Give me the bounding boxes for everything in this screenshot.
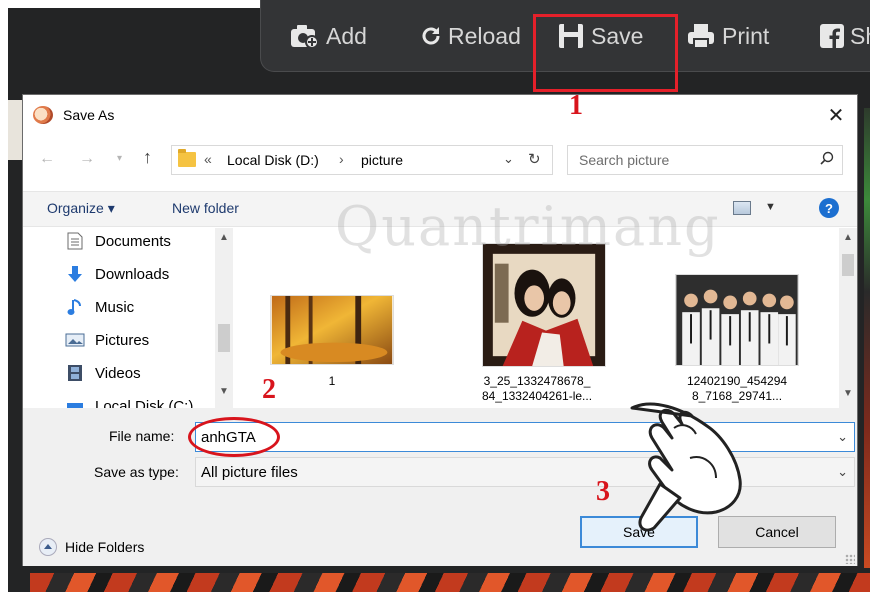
save-as-type-label: Save as type: [94, 464, 179, 480]
save-as-dialog: Save As ✕ ← → ▾ ↑ « Local Disk (D:) › pi… [22, 94, 858, 566]
group-photo-thumbnail [675, 274, 799, 366]
add-button[interactable]: Add [290, 20, 367, 52]
organize-button[interactable]: Organize ▾ [47, 200, 115, 217]
annotation-circle [188, 417, 280, 457]
background-artwork-bottom [30, 573, 870, 592]
autumn-forest-thumbnail [270, 295, 394, 365]
chevron-down-icon[interactable]: ⌄ [837, 429, 848, 445]
file-name: 12402190_454294 8_7168_29741... [686, 374, 788, 403]
save-as-type-select[interactable]: All picture files ⌄ [195, 457, 855, 487]
nav-item-label: Downloads [95, 265, 170, 283]
step-2-label: 2 [262, 374, 276, 405]
background-artwork-right [864, 108, 870, 568]
breadcrumb-overflow[interactable]: « [204, 151, 212, 167]
file-name: 3_25_1332478678_ 84_1332404261-le... [481, 374, 593, 403]
help-button[interactable]: ? [819, 198, 839, 218]
print-button[interactable]: Print [686, 20, 769, 52]
drive-icon [65, 397, 85, 408]
nav-item-videos[interactable]: Videos [65, 361, 141, 385]
step-3-label: 3 [596, 476, 610, 507]
file-list: 1 3_25_1332478678_ 84_1332404261-le... 1… [239, 228, 839, 408]
file-options-panel: File name: ⌄ Save as type: All picture f… [23, 408, 857, 566]
close-button[interactable]: ✕ [821, 101, 851, 129]
videos-icon [65, 364, 85, 382]
couple-portrait-thumbnail [482, 243, 606, 367]
camera-add-icon [291, 25, 319, 49]
search-icon[interactable] [820, 151, 834, 165]
scroll-down-icon[interactable]: ▼ [843, 388, 853, 399]
facebook-icon [820, 24, 844, 48]
command-bar: Organize ▾ New folder ▼ ? [23, 191, 857, 227]
nav-item-local-disk-c[interactable]: Local Disk (C:) [65, 394, 193, 408]
nav-item-label: Local Disk (C:) [95, 397, 194, 409]
search-input[interactable] [568, 146, 808, 174]
file-name: 1 [328, 374, 336, 388]
nav-item-label: Documents [95, 232, 171, 250]
downloads-icon [65, 265, 85, 283]
file-name-field[interactable]: ⌄ [195, 422, 855, 452]
printer-icon [688, 24, 714, 49]
documents-icon [65, 232, 85, 250]
hide-folders-button[interactable]: Hide Folders [39, 538, 144, 556]
save-button[interactable]: Save [580, 516, 698, 548]
reload-button[interactable]: Reload [420, 20, 521, 52]
refresh-icon[interactable]: ↻ [528, 150, 541, 168]
scroll-up-icon[interactable]: ▲ [219, 232, 229, 243]
chevron-down-icon[interactable]: ⌄ [837, 464, 848, 480]
resize-grip[interactable] [845, 554, 855, 564]
forward-arrow-icon[interactable]: → [79, 150, 95, 168]
navigation-pane: Documents Downloads Music Pictures Video… [23, 228, 235, 408]
add-label: Add [326, 22, 367, 49]
scrollbar-thumb[interactable] [842, 254, 854, 276]
file-name-input[interactable] [196, 423, 816, 451]
address-dropdown-icon[interactable]: ⌄ [503, 151, 514, 167]
app-icon [33, 106, 53, 124]
search-box[interactable] [567, 145, 843, 175]
nav-item-documents[interactable]: Documents [65, 229, 171, 253]
collapse-up-icon [39, 538, 57, 556]
new-folder-button[interactable]: New folder [172, 200, 239, 216]
background-artwork-left [8, 100, 22, 160]
back-arrow-icon[interactable]: ← [39, 150, 55, 168]
scrollbar-thumb[interactable] [218, 324, 230, 352]
share-button[interactable]: Sh [820, 20, 870, 52]
share-label: Sh [850, 22, 870, 49]
scroll-up-icon[interactable]: ▲ [843, 232, 853, 243]
annotation-highlight-box [533, 14, 678, 92]
view-options-icon[interactable] [733, 201, 751, 215]
view-dropdown-icon[interactable]: ▼ [765, 201, 776, 213]
up-arrow-icon[interactable]: ↑ [143, 147, 152, 168]
nav-item-label: Pictures [95, 331, 150, 349]
close-icon: ✕ [827, 104, 845, 127]
file-list-scrollbar[interactable]: ▲ ▼ [839, 228, 857, 408]
scroll-down-icon[interactable]: ▼ [219, 386, 229, 397]
nav-item-music[interactable]: Music [65, 295, 134, 319]
cancel-button[interactable]: Cancel [718, 516, 836, 548]
print-label: Print [722, 22, 770, 49]
recent-locations-icon[interactable]: ▾ [117, 153, 122, 164]
breadcrumb-local-disk-d[interactable]: Local Disk (D:) [227, 152, 319, 168]
reload-label: Reload [448, 22, 521, 49]
nav-item-label: Music [95, 298, 135, 316]
folder-icon [178, 149, 196, 167]
nav-item-downloads[interactable]: Downloads [65, 262, 169, 286]
address-bar[interactable]: « Local Disk (D:) › picture ⌄ ↻ [171, 145, 553, 175]
nav-item-label: Videos [95, 364, 141, 382]
reload-icon [422, 27, 440, 45]
music-icon [65, 298, 85, 316]
file-name-label: File name: [109, 428, 175, 444]
nav-item-pictures[interactable]: Pictures [65, 328, 149, 352]
dialog-title: Save As [63, 107, 115, 123]
breadcrumb-picture[interactable]: picture [361, 152, 403, 168]
hide-folders-label: Hide Folders [65, 539, 145, 555]
pictures-icon [65, 331, 85, 349]
dialog-titlebar: Save As ✕ [23, 95, 857, 135]
breadcrumb-separator[interactable]: › [339, 151, 344, 167]
nav-pane-scrollbar[interactable]: ▲ ▼ [215, 228, 233, 408]
save-as-type-value: All picture files [201, 464, 298, 481]
step-1-label: 1 [569, 90, 583, 121]
